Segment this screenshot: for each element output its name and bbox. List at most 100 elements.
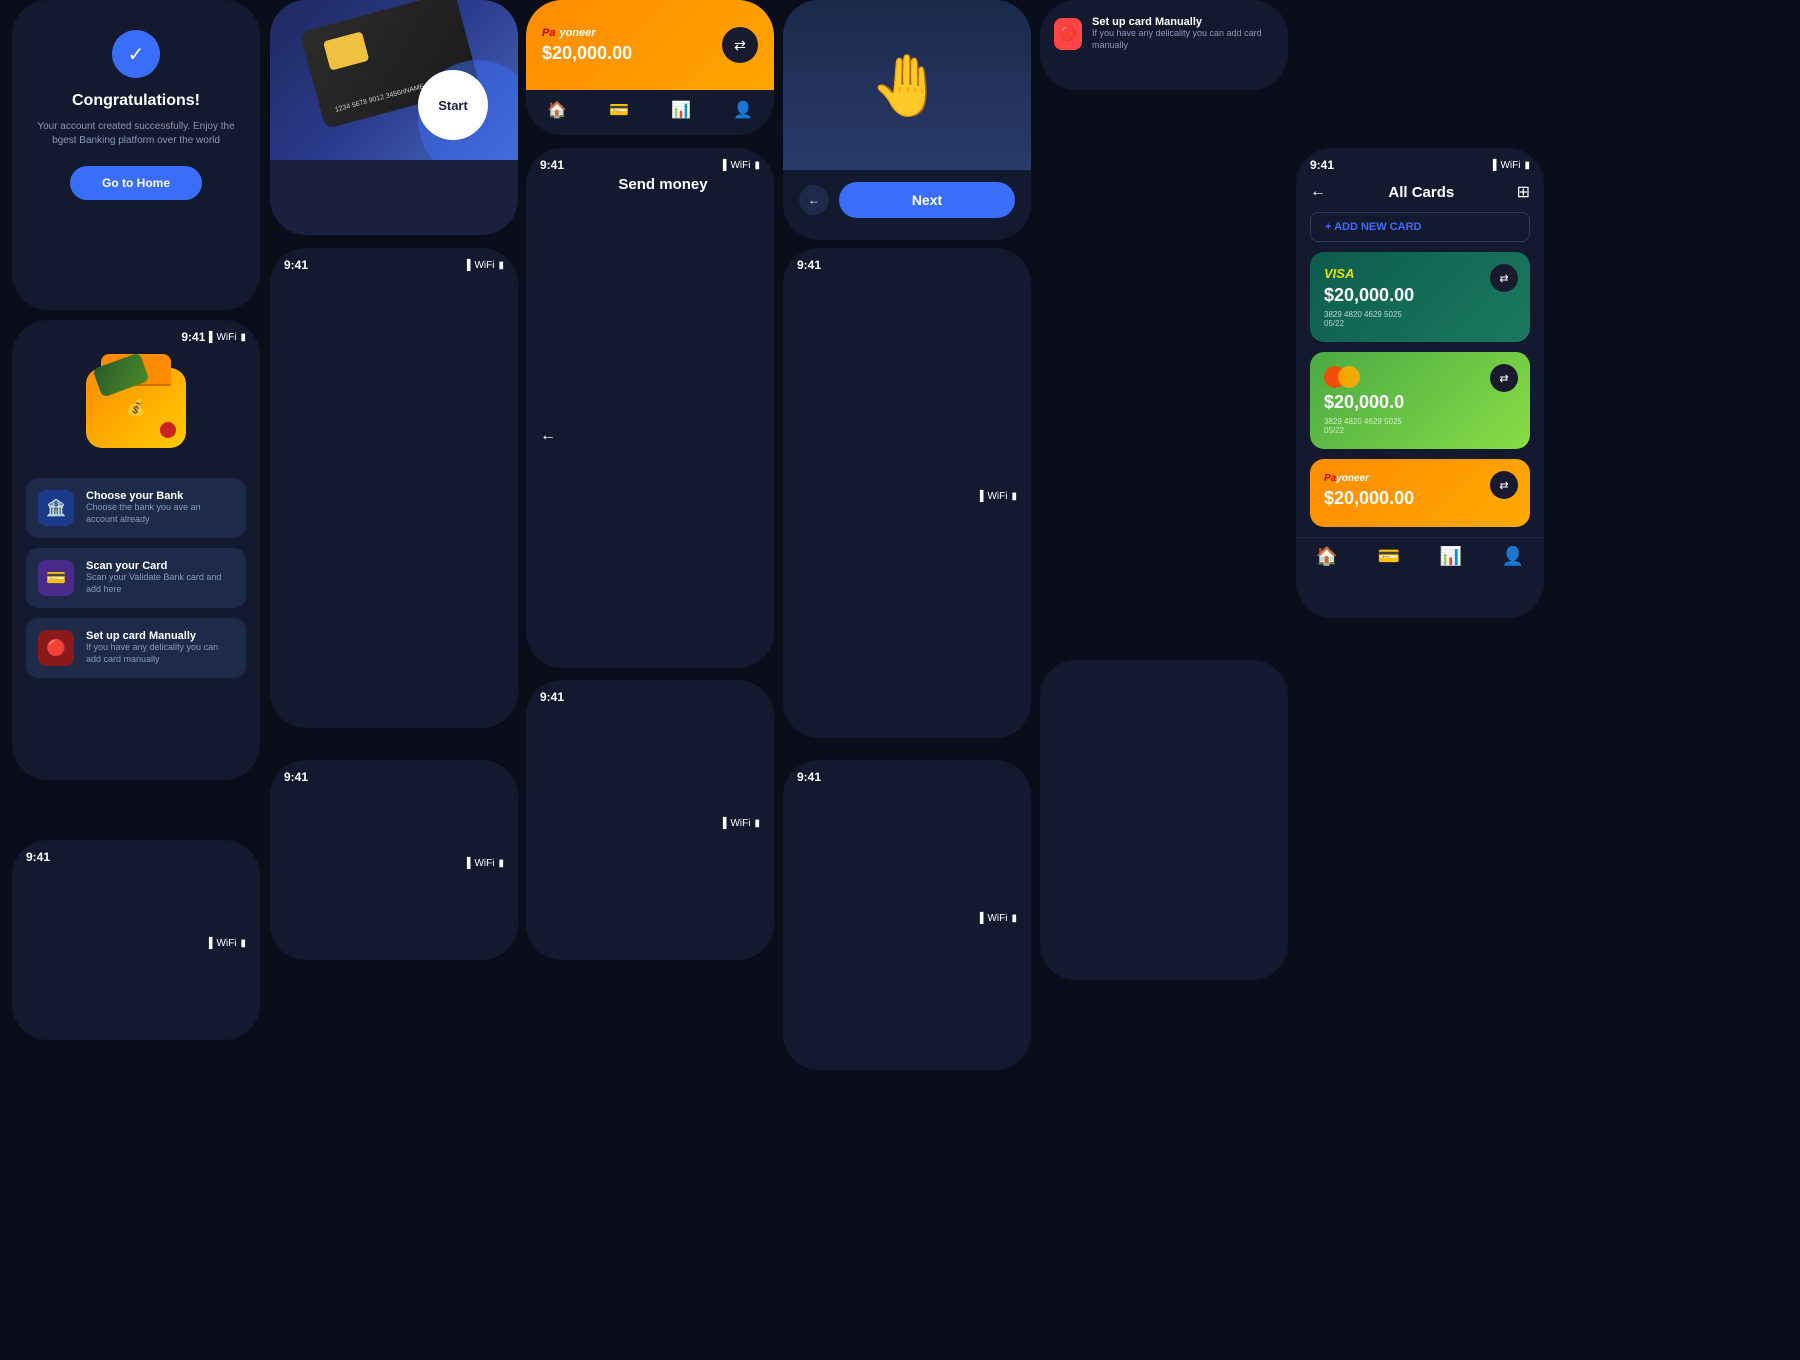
time-8: 9:41 <box>284 258 308 272</box>
status-bar-7: 9:41 ▐ WiFi ▮ <box>12 320 260 348</box>
status-bar-14: 9:41 ▐ WiFi ▮ <box>12 840 260 1040</box>
signal-icon: ▐ <box>205 938 212 949</box>
card1-number: 3829 4820 4629 5025 <box>1324 310 1516 319</box>
setup-manually-option[interactable]: 🔴 Set up card Manually If you have any d… <box>26 618 246 678</box>
status-icons-13: ▐ WiFi ▮ <box>976 770 1017 1066</box>
transfer-icon-2[interactable]: ⇄ <box>1490 364 1518 392</box>
screen-send-money: 9:41 ▐ WiFi ▮ ← Send money VISA $20,000.… <box>526 148 774 668</box>
scan-card-option[interactable]: 💳 Scan your Card Scan your Validate Bank… <box>26 548 246 608</box>
wifi-icon: WiFi <box>730 160 750 171</box>
mastercard-green: $20,000.0 3829 4820 4629 5025 05/22 ⇄ <box>1310 352 1530 449</box>
nav-cards-icon[interactable]: 💳 <box>1378 546 1400 567</box>
time-9: 9:41 <box>540 158 564 172</box>
time-14: 9:41 <box>26 850 50 1036</box>
time-display: 9:41 <box>1310 158 1334 172</box>
setup-card-item: 🔴 Set up card Manually If you have any d… <box>1040 0 1288 67</box>
payoneer-card-orange: Payoneer $20,000.00 ⇄ <box>1310 459 1530 527</box>
nav-profile-icon[interactable]: 👤 <box>1502 546 1524 567</box>
payoneer-amount: $20,000.00 <box>542 43 632 64</box>
go-to-home-button[interactable]: Go to Home <box>70 166 202 200</box>
card2-number: 3829 4820 4629 5025 <box>1324 417 1516 426</box>
setup-title: Set up card Manually <box>1092 16 1274 28</box>
status-icons-11: ▐ WiFi ▮ <box>719 690 760 956</box>
screen-next: 🤚 ← Next <box>783 0 1031 240</box>
send-money-title: Send money <box>566 176 760 668</box>
payoneer-logo-card3: Payoneer <box>1324 473 1516 484</box>
time-10: 9:41 <box>797 258 821 734</box>
nav-stats-icon[interactable]: 📊 <box>1440 546 1462 567</box>
back-arrow-icon[interactable]: ← <box>1310 183 1326 201</box>
payoneer-card: Pa yoneer $20,000.00 ⇄ <box>526 0 774 90</box>
nav-home-icon[interactable]: 🏠 <box>1316 546 1338 567</box>
nav-home-icon[interactable]: 🏠 <box>547 100 567 120</box>
nav-cards-icon[interactable]: 💳 <box>609 100 629 120</box>
cards-header: ← All Cards ⊞ <box>1296 176 1544 212</box>
signal-icon: ▐ <box>463 858 470 869</box>
screen-welcome-back: 9:41 ▐ WiFi ▮ Hi Soumitra Welcome back 🔔… <box>12 840 260 1040</box>
bottom-nav-cards: 🏠 💳 📊 👤 <box>1296 537 1544 573</box>
transfer-icon-3[interactable]: ⇄ <box>1490 471 1518 499</box>
screen-all-cards: 9:41 ▐ WiFi ▮ ← All Cards ⊞ + ADD NEW CA… <box>1296 148 1544 618</box>
add-card-bar[interactable]: + ADD NEW CARD <box>1310 212 1530 242</box>
status-bar-9: 9:41 ▐ WiFi ▮ <box>526 148 774 176</box>
status-icons-14: ▐ WiFi ▮ <box>205 850 246 1036</box>
wifi-icon: WiFi <box>987 913 1007 924</box>
payoneer-logo-rest: yoneer <box>559 27 595 39</box>
back-icon-13[interactable]: ← <box>797 1067 1017 1070</box>
wifi-icon: WiFi <box>474 858 494 869</box>
screen-bill-pay: 9:41 ▐ WiFi ▮ ← Bill Pay VISA ✕ + 🎓 <box>270 760 518 960</box>
setup-card-icon: 🔴 <box>1054 18 1082 50</box>
option3-desc: If you have any delicality you can add c… <box>86 642 234 665</box>
signal-icon: ▐ <box>976 491 983 502</box>
time-12: 9:41 <box>284 770 308 956</box>
option2-desc: Scan your Validate Bank card and add her… <box>86 572 234 595</box>
wifi-icon: WiFi <box>216 938 236 949</box>
battery-icon: ▮ <box>1011 491 1017 502</box>
wifi-icon: WiFi <box>216 332 236 343</box>
screen-contact-list: 9:41 ▐ WiFi ▮ ← Contact List 🔍 Recent Co… <box>783 248 1031 738</box>
status-icons-10: ▐ WiFi ▮ <box>976 258 1017 734</box>
congrats-subtitle: Your account created successfully. Enjoy… <box>32 120 240 148</box>
send-money-header: ← Send money <box>526 176 774 668</box>
wallet-icon: 💰 <box>86 368 186 448</box>
signal-icon: ▐ <box>976 913 983 924</box>
battery-icon: ▮ <box>498 858 504 869</box>
bottom-nav: 🏠 💳 📊 👤 <box>526 90 774 130</box>
next-button[interactable]: Next <box>839 182 1015 218</box>
manual-icon: 🔴 <box>38 630 74 666</box>
screen-statistics: 9:41 ▐ WiFi ▮ ← Statistics 🔍 Total Balan… <box>526 680 774 960</box>
contact-list-title: Contact List <box>813 736 997 738</box>
setup-desc: If you have any delicality you can add c… <box>1092 28 1274 51</box>
screen-mobile-topup: 9:41 ▐ WiFi ▮ ← Mobile Top Up 📡 Grameenp… <box>270 248 518 728</box>
battery-icon: ▮ <box>754 160 760 171</box>
transfer-icon-1[interactable]: ⇄ <box>1490 264 1518 292</box>
nav-stats-icon[interactable]: 📊 <box>671 100 691 120</box>
bank-icon: 🏦 <box>38 490 74 526</box>
signal-icon: ▐ <box>1489 160 1496 171</box>
time-7: 9:41 <box>181 330 205 344</box>
nav-profile-icon[interactable]: 👤 <box>733 100 753 120</box>
screen-choose-bank: 9:41 ▐ WiFi ▮ 💰 🏦 Choose your Bank Choos… <box>12 320 260 780</box>
transfer-icon[interactable]: ⇄ <box>722 27 758 63</box>
option1-title: Choose your Bank <box>86 490 234 502</box>
status-icons-12: ▐ WiFi ▮ <box>463 770 504 956</box>
screen-congratulations-bottom: 🏆 ✓ Congratulations! Your account create… <box>1040 660 1288 980</box>
add-card-text[interactable]: + ADD NEW CARD <box>1325 221 1421 233</box>
back-icon-9[interactable]: ← <box>540 427 556 445</box>
status-bar-8: 9:41 ▐ WiFi ▮ <box>270 248 518 276</box>
signal-icon: ▐ <box>719 818 726 829</box>
wifi-icon: WiFi <box>474 260 494 271</box>
status-bar-11: 9:41 ▐ WiFi ▮ <box>526 680 774 960</box>
wifi-icon: WiFi <box>1500 160 1520 171</box>
scan-icon[interactable]: ⊞ <box>1517 182 1530 202</box>
status-bar: 9:41 ▐ WiFi ▮ <box>1296 148 1544 176</box>
scan-icon: 💳 <box>38 560 74 596</box>
back-button[interactable]: ← <box>799 185 829 215</box>
screen-setup-card-top: 🔴 Set up card Manually If you have any d… <box>1040 0 1288 90</box>
status-icons: ▐ WiFi ▮ <box>1489 160 1530 171</box>
option2-title: Scan your Card <box>86 560 234 572</box>
start-button[interactable]: Start <box>418 70 488 140</box>
choose-bank-option[interactable]: 🏦 Choose your Bank Choose the bank you a… <box>26 478 246 538</box>
option1-desc: Choose the bank you ave an account alrea… <box>86 502 234 525</box>
battery-icon: ▮ <box>1524 160 1530 171</box>
